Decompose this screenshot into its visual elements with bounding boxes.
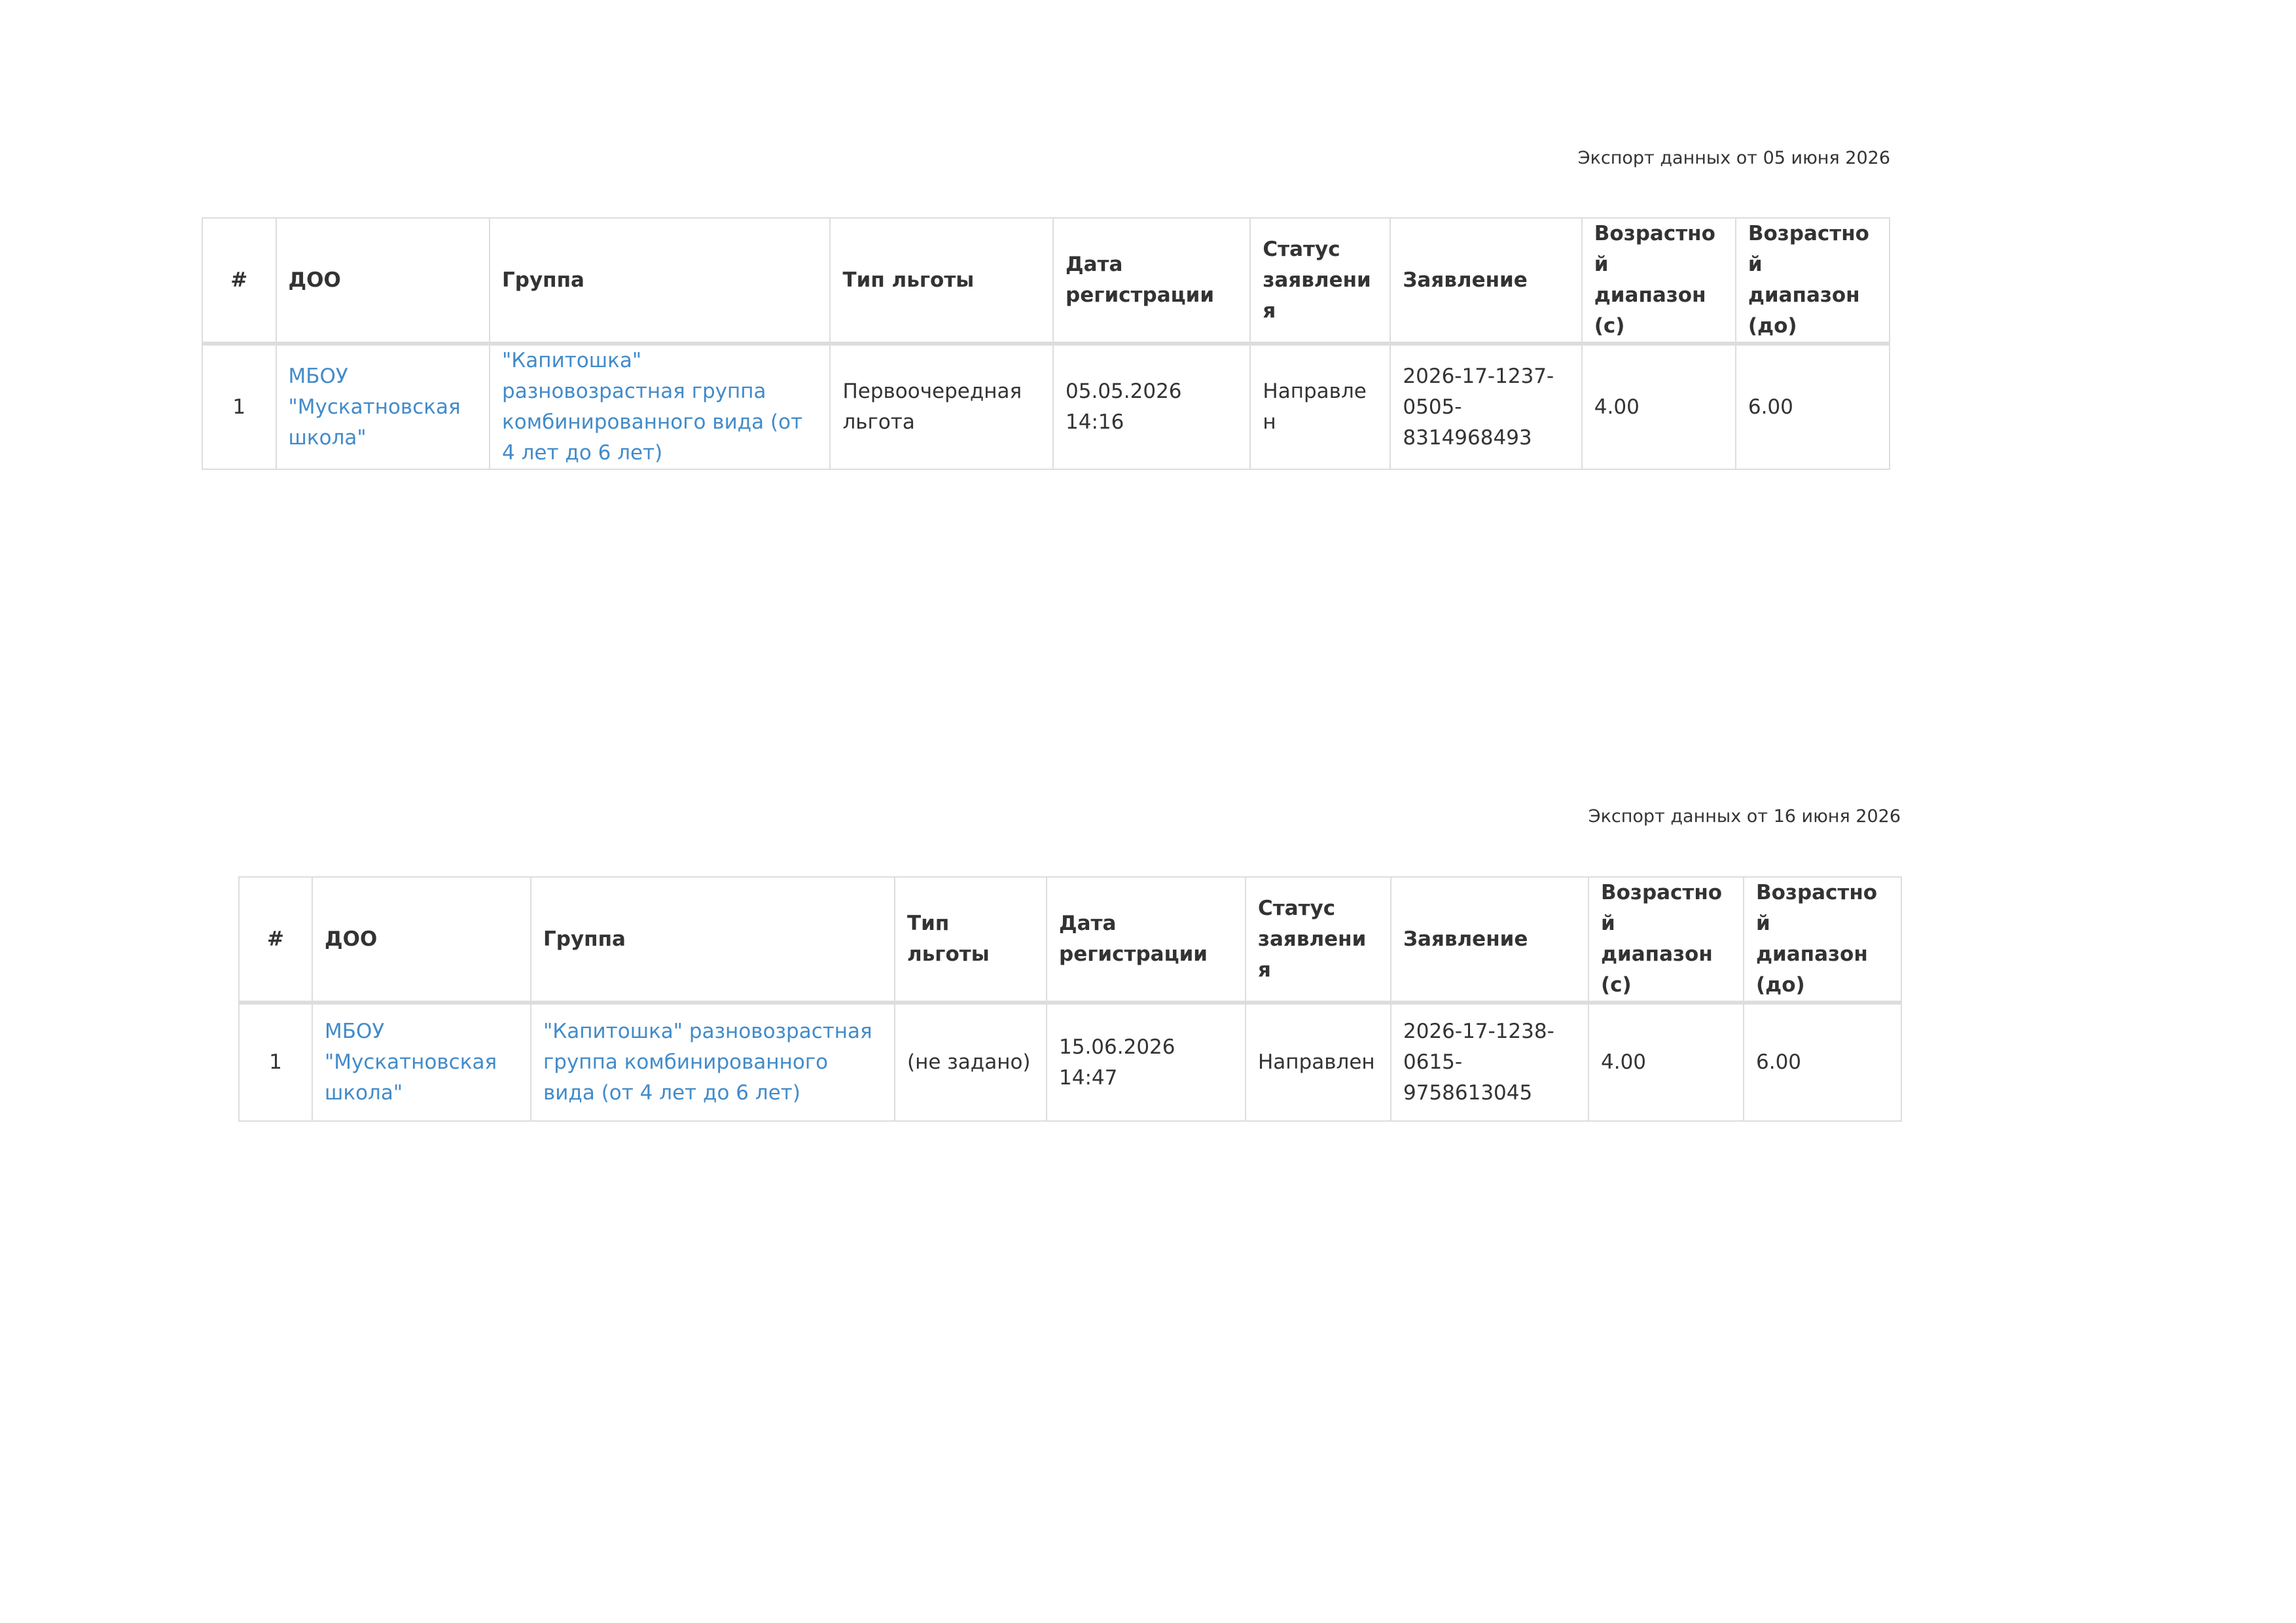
table-header-row: # ДОО Группа Тип льготы Дата регистрации… bbox=[238, 876, 1902, 1005]
column-header-application-status: Статус заявления bbox=[1249, 217, 1391, 346]
row-number: 1 bbox=[202, 343, 277, 470]
column-header-age-from: Возрастной диапазон (с) bbox=[1588, 876, 1744, 1005]
age-to-cell: 6.00 bbox=[1734, 343, 1891, 470]
group-cell: "Капитошка" разновозрастная группа комби… bbox=[530, 1002, 895, 1122]
status-cell: Направлен bbox=[1245, 1002, 1391, 1122]
group-cell: "Капитошка" разновозрастная группа комби… bbox=[489, 343, 831, 470]
doo-cell: МБОУ "Мускатновская школа" bbox=[275, 343, 491, 470]
column-header-group: Группа bbox=[489, 217, 831, 346]
column-header-doo: ДОО bbox=[312, 876, 531, 1005]
column-header-number: # bbox=[238, 876, 313, 1005]
benefit-type-cell: (не задано) bbox=[894, 1002, 1047, 1122]
column-header-registration-date: Дата регистрации bbox=[1052, 217, 1251, 346]
column-header-number: # bbox=[202, 217, 277, 346]
registration-date-cell: 15.06.2026 14:47 bbox=[1046, 1002, 1246, 1122]
doo-link[interactable]: МБОУ "Мускатновская школа" bbox=[325, 1020, 497, 1105]
row-number: 1 bbox=[238, 1002, 313, 1122]
export-table: # ДОО Группа Тип льготы Дата регистрации… bbox=[238, 876, 1902, 1122]
age-from-cell: 4.00 bbox=[1588, 1002, 1744, 1122]
application-cell: 2026-17-1238-0615-9758613045 bbox=[1390, 1002, 1589, 1122]
export-table: # ДОО Группа Тип льготы Дата регистрации… bbox=[202, 217, 1891, 470]
column-header-doo: ДОО bbox=[275, 217, 491, 346]
column-header-age-to: Возрастной диапазон (до) bbox=[1743, 876, 1902, 1005]
age-to-cell: 6.00 bbox=[1743, 1002, 1902, 1122]
doo-cell: МБОУ "Мускатновская школа" bbox=[312, 1002, 531, 1122]
table-row: 1 МБОУ "Мускатновская школа" "Капитошка"… bbox=[202, 343, 1891, 470]
age-from-cell: 4.00 bbox=[1581, 343, 1736, 470]
group-link[interactable]: "Капитошка" разновозрастная группа комби… bbox=[543, 1020, 872, 1105]
table-header-row: # ДОО Группа Тип льготы Дата регистрации… bbox=[202, 217, 1891, 346]
table-row: 1 МБОУ "Мускатновская школа" "Капитошка"… bbox=[238, 1002, 1902, 1122]
export-date-caption: Экспорт данных от 16 июня 2026 bbox=[1588, 806, 1901, 827]
application-cell: 2026-17-1237-0505-8314968493 bbox=[1390, 343, 1583, 470]
column-header-application: Заявление bbox=[1390, 217, 1583, 346]
group-link[interactable]: "Капитошка" разновозрастная группа комби… bbox=[502, 349, 802, 465]
column-header-group: Группа bbox=[530, 876, 895, 1005]
export-date-caption: Экспорт данных от 05 июня 2026 bbox=[1577, 148, 1890, 168]
column-header-benefit-type: Тип льготы bbox=[894, 876, 1047, 1005]
column-header-age-to: Возрастной диапазон (до) bbox=[1734, 217, 1891, 346]
registration-date-cell: 05.05.2026 14:16 bbox=[1052, 343, 1251, 470]
column-header-age-from: Возрастной диапазон (с) bbox=[1581, 217, 1736, 346]
column-header-application: Заявление bbox=[1390, 876, 1589, 1005]
status-cell: Направлен bbox=[1249, 343, 1391, 470]
doo-link[interactable]: МБОУ "Мускатновская школа" bbox=[289, 365, 461, 450]
column-header-application-status: Статус заявления bbox=[1245, 876, 1391, 1005]
column-header-benefit-type: Тип льготы bbox=[829, 217, 1054, 346]
column-header-registration-date: Дата регистрации bbox=[1046, 876, 1246, 1005]
benefit-type-cell: Первоочередная льгота bbox=[829, 343, 1054, 470]
